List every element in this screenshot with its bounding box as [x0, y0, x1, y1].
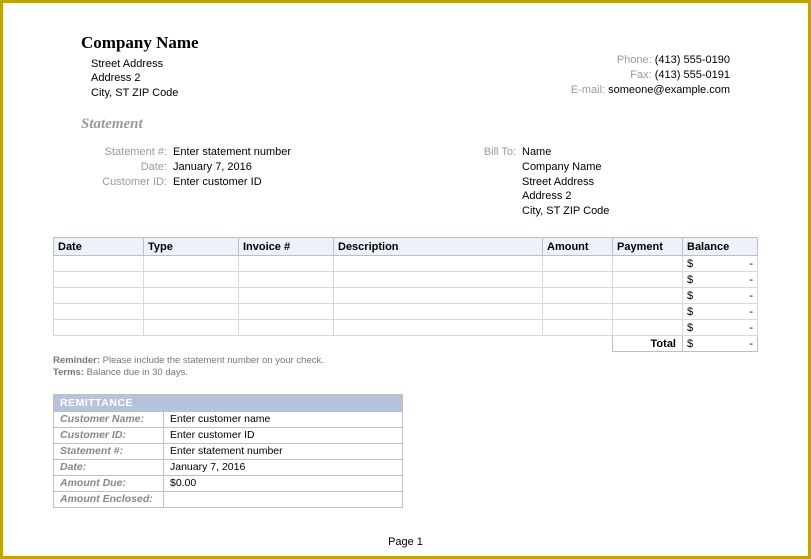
- notes: Reminder: Please include the statement n…: [53, 355, 758, 380]
- header: Company Name Street Address Address 2 Ci…: [81, 33, 730, 100]
- page-number: Page 1: [3, 536, 808, 548]
- phone-label: Phone:: [606, 53, 652, 68]
- ledger-row: $-: [54, 272, 758, 288]
- bill-to-label: Bill To:: [470, 145, 522, 160]
- reminder-text: Please include the statement number on y…: [100, 355, 324, 366]
- bill-to-company: Company Name: [522, 160, 601, 175]
- remit-amount-due-label: Amount Due:: [54, 475, 164, 491]
- remittance-heading: REMITTANCE: [54, 394, 403, 411]
- statement-num-value: Enter statement number: [173, 145, 291, 160]
- customer-id-value: Enter customer ID: [173, 175, 262, 190]
- col-type: Type: [144, 238, 239, 256]
- total-currency: $: [687, 338, 693, 350]
- terms-label: Terms:: [53, 367, 84, 378]
- company-citystzip: City, ST ZIP Code: [91, 86, 199, 100]
- col-date: Date: [54, 238, 144, 256]
- company-block: Company Name Street Address Address 2 Ci…: [81, 33, 199, 100]
- company-name: Company Name: [81, 33, 199, 53]
- remit-amount-enclosed: [164, 491, 403, 507]
- ledger-row: $-: [54, 256, 758, 272]
- bill-to-street: Street Address: [522, 175, 594, 190]
- statement-date-value: January 7, 2016: [173, 160, 252, 175]
- col-payment: Payment: [613, 238, 683, 256]
- total-label: Total: [613, 336, 683, 352]
- balance-currency: $: [687, 274, 693, 286]
- remit-customer-id-label: Customer ID:: [54, 427, 164, 443]
- bill-to-name: Name: [522, 145, 551, 160]
- ledger-total-row: Total $ -: [54, 336, 758, 352]
- remit-statement-num-label: Statement #:: [54, 443, 164, 459]
- phone-value: (413) 555-0190: [655, 54, 730, 66]
- email-label: E-mail:: [559, 83, 605, 98]
- balance-currency: $: [687, 290, 693, 302]
- ledger-row: $-: [54, 304, 758, 320]
- total-dash: -: [749, 338, 753, 350]
- balance-dash: -: [749, 322, 753, 334]
- remit-date: January 7, 2016: [164, 459, 403, 475]
- remit-customer-name-label: Customer Name:: [54, 411, 164, 427]
- terms-text: Balance due in 30 days.: [84, 367, 188, 378]
- company-street: Street Address: [91, 57, 199, 71]
- document-page: Company Name Street Address Address 2 Ci…: [0, 0, 811, 559]
- ledger-row: $-: [54, 288, 758, 304]
- balance-currency: $: [687, 258, 693, 270]
- col-description: Description: [334, 238, 543, 256]
- statement-meta: Statement #: Enter statement number Date…: [81, 145, 470, 219]
- bill-to-address2: Address 2: [522, 189, 572, 204]
- remit-date-label: Date:: [54, 459, 164, 475]
- balance-currency: $: [687, 306, 693, 318]
- statement-info: Statement #: Enter statement number Date…: [81, 145, 730, 219]
- balance-dash: -: [749, 258, 753, 270]
- company-address2: Address 2: [91, 71, 199, 85]
- col-amount: Amount: [543, 238, 613, 256]
- ledger-table: Date Type Invoice # Description Amount P…: [53, 237, 758, 352]
- contact-block: Phone: (413) 555-0190 Fax: (413) 555-019…: [559, 33, 730, 100]
- remit-amount-enclosed-label: Amount Enclosed:: [54, 491, 164, 507]
- remit-amount-due: $0.00: [164, 475, 403, 491]
- bill-to-block: Bill To: Name Company Name Street Addres…: [470, 145, 730, 219]
- fax-value: (413) 555-0191: [655, 69, 730, 81]
- bill-to-citystzip: City, ST ZIP Code: [522, 204, 609, 219]
- ledger-row: $-: [54, 320, 758, 336]
- remit-statement-num: Enter statement number: [164, 443, 403, 459]
- statement-num-label: Statement #:: [81, 145, 173, 160]
- balance-dash: -: [749, 306, 753, 318]
- remittance-table: REMITTANCE Customer Name:Enter customer …: [53, 394, 403, 508]
- col-balance: Balance: [683, 238, 758, 256]
- email-value: someone@example.com: [608, 84, 730, 96]
- statement-date-label: Date:: [81, 160, 173, 175]
- remit-customer-id: Enter customer ID: [164, 427, 403, 443]
- ledger-header-row: Date Type Invoice # Description Amount P…: [54, 238, 758, 256]
- col-invoice: Invoice #: [239, 238, 334, 256]
- fax-label: Fax:: [606, 68, 652, 83]
- remit-customer-name: Enter customer name: [164, 411, 403, 427]
- balance-dash: -: [749, 290, 753, 302]
- balance-currency: $: [687, 322, 693, 334]
- reminder-label: Reminder:: [53, 355, 100, 366]
- customer-id-label: Customer ID:: [81, 175, 173, 190]
- statement-heading: Statement: [81, 116, 730, 133]
- balance-dash: -: [749, 274, 753, 286]
